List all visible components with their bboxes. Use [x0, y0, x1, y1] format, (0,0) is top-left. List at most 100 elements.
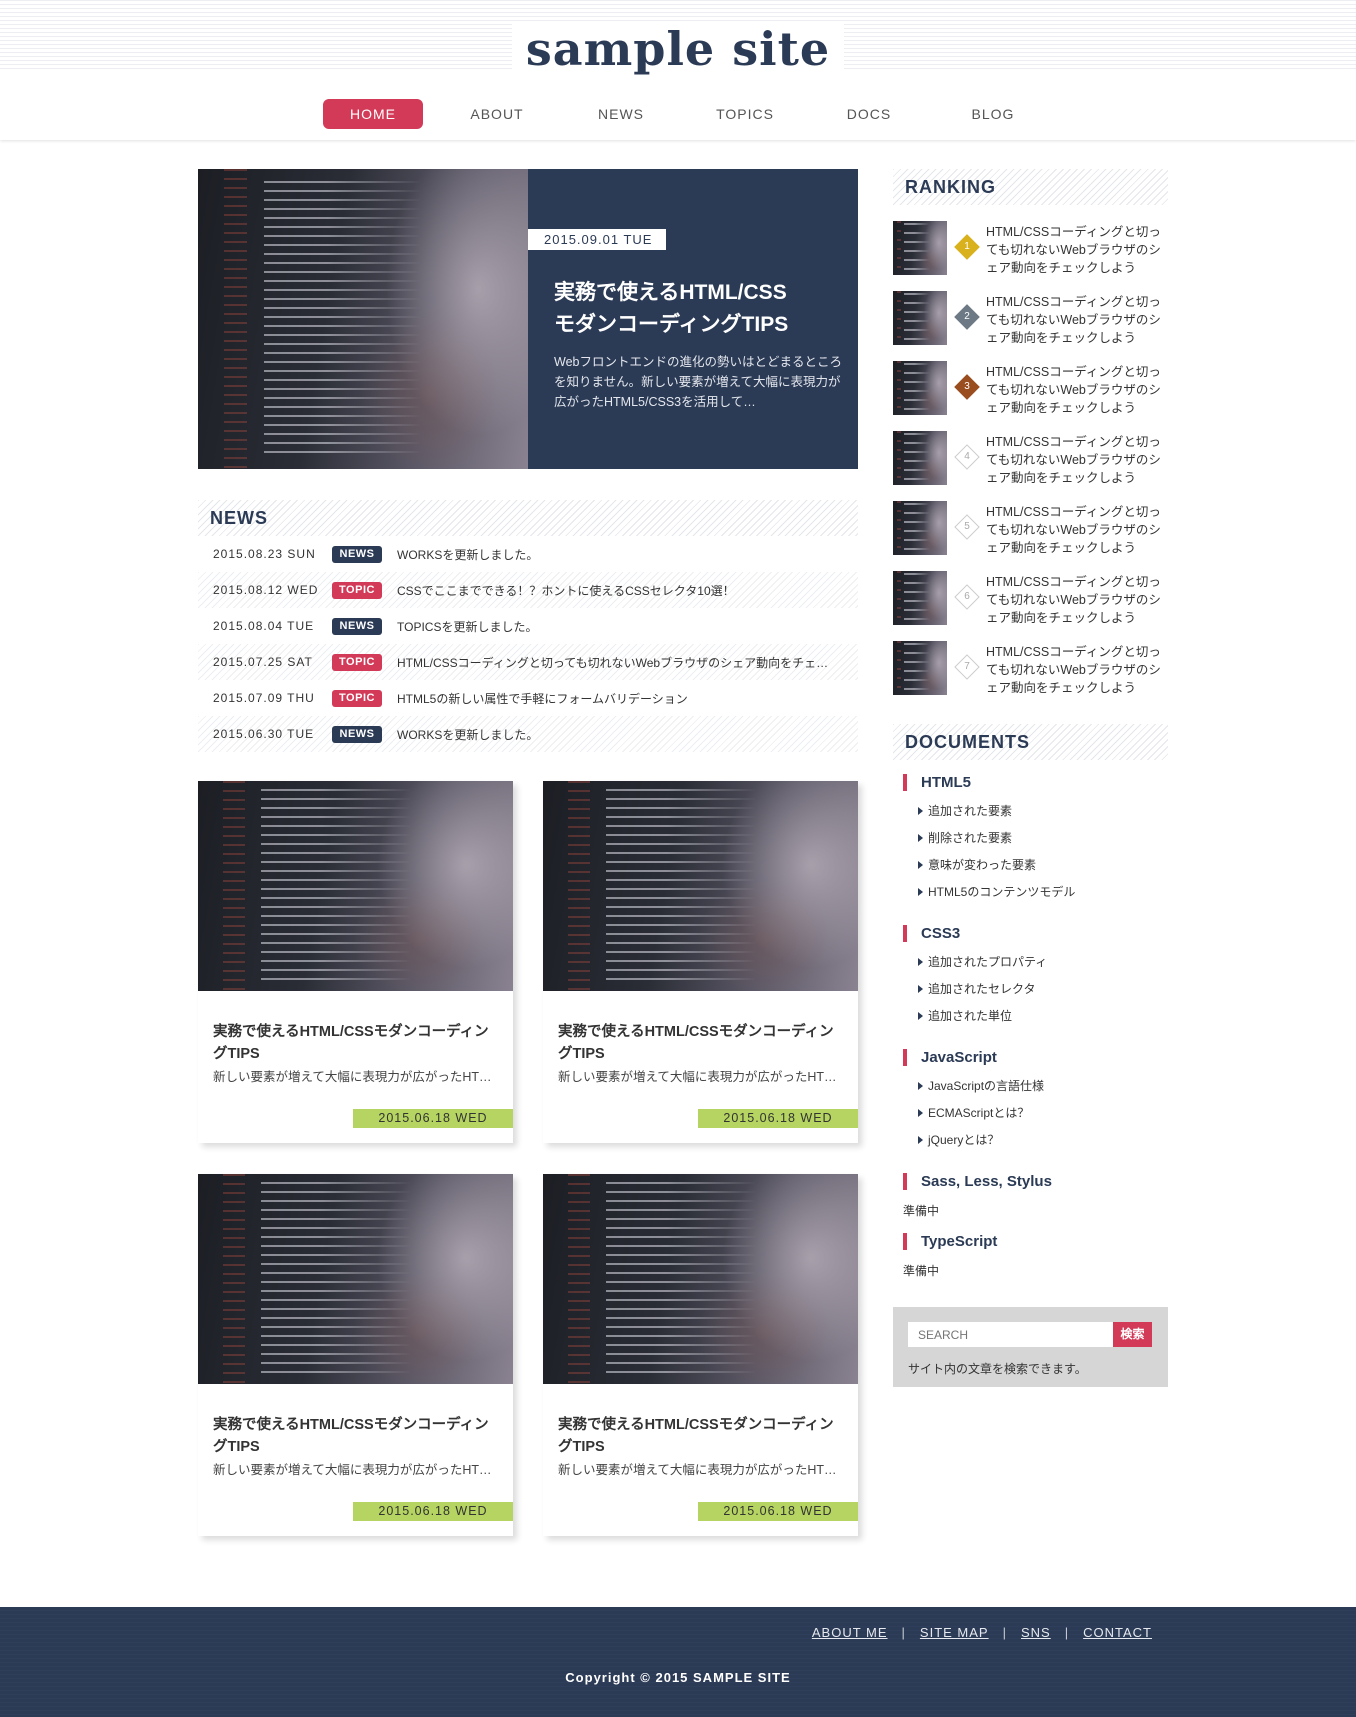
ranking-title-link[interactable]: HTML/CSSコーディングと切っても切れないWebブラウザのシェア動向をチェッ… [986, 643, 1168, 697]
hero-article[interactable]: 2015.09.01 TUE 実務で使えるHTML/CSS モダンコーディングTI… [198, 169, 858, 469]
ranking-title-link[interactable]: HTML/CSSコーディングと切っても切れないWebブラウザのシェア動向をチェッ… [986, 433, 1168, 487]
doc-link[interactable]: jQueryとは？ [893, 1132, 1168, 1159]
code-lines [903, 293, 930, 343]
card-title[interactable]: 実務で使えるHTML/CSSモダンコーディングTIPS [558, 1414, 843, 1458]
hero-title[interactable]: 実務で使えるHTML/CSS モダンコーディングTIPS [554, 277, 844, 341]
card-title[interactable]: 実務で使えるHTML/CSSモダンコーディングTIPS [213, 1414, 498, 1458]
footer-link-sns[interactable]: SNS [1021, 1625, 1051, 1640]
nav-news[interactable]: NEWS [571, 99, 671, 129]
news-section: NEWS 2015.08.23 SUN NEWS WORKSを更新しました。 2015… [198, 500, 858, 752]
news-type-badge: TOPIC [332, 689, 382, 707]
footer-nav: ABOUT ME | SITE MAP | SNS | CONTACT [812, 1625, 1152, 1640]
doc-link[interactable]: 削除された要素 [893, 830, 1168, 857]
footer-link-site-map[interactable]: SITE MAP [920, 1625, 989, 1640]
search-button[interactable]: 検索 [1113, 1322, 1152, 1347]
doc-link[interactable]: 追加された単位 [893, 1008, 1168, 1035]
doc-note: 準備中 [903, 1264, 940, 1278]
ranking-thumbnail [893, 641, 947, 695]
site-logo[interactable]: sample site [0, 22, 1356, 76]
card-image [198, 781, 513, 991]
search-input[interactable] [908, 1322, 1113, 1347]
news-title-link[interactable]: WORKSを更新しました。 [397, 546, 858, 563]
doc-link[interactable]: ECMAScriptとは？ [893, 1105, 1168, 1132]
news-date: 2015.07.25 SAT [213, 655, 313, 669]
ranking-title-link[interactable]: HTML/CSSコーディングと切っても切れないWebブラウザのシェア動向をチェッ… [986, 363, 1168, 417]
nav-about[interactable]: ABOUT [447, 99, 547, 129]
code-lines [903, 433, 930, 483]
doc-link[interactable]: 意味が変わった要素 [893, 857, 1168, 884]
news-item[interactable]: 2015.08.12 WED TOPIC CSSでここまでできる！？ホントに使えるC… [198, 572, 858, 608]
news-title-link[interactable]: WORKSを更新しました。 [397, 726, 858, 743]
code-lines [606, 1182, 758, 1376]
hero-image [198, 169, 528, 469]
card-title[interactable]: 実務で使えるHTML/CSSモダンコーディングTIPS [213, 1021, 498, 1065]
news-item[interactable]: 2015.06.30 TUE NEWS WORKSを更新しました。 [198, 716, 858, 752]
ranking-item[interactable]: 6 HTML/CSSコーディングと切っても切れないWebブラウザのシェア動向をチェ… [893, 571, 1168, 641]
code-gutter [897, 291, 902, 345]
rank-number: 6 [964, 591, 970, 602]
triangle-right-icon [918, 888, 923, 896]
ranking-title-link[interactable]: HTML/CSSコーディングと切っても切れないWebブラウザのシェア動向をチェッ… [986, 293, 1168, 347]
ranking-item[interactable]: 2 HTML/CSSコーディングと切っても切れないWebブラウザのシェア動向をチェ… [893, 291, 1168, 361]
article-card[interactable]: 実務で使えるHTML/CSSモダンコーディングTIPS 新しい要素が増えて大幅に表… [198, 1174, 513, 1536]
article-card[interactable]: 実務で使えるHTML/CSSモダンコーディングTIPS 新しい要素が増えて大幅に表… [543, 1174, 858, 1536]
news-title-link[interactable]: HTML/CSSコーディングと切っても切れないWebブラウザのシェア動向をチェ… [397, 654, 858, 671]
doc-link-label: JavaScriptの言語仕様 [928, 1079, 1045, 1093]
ranking-thumbnail [893, 291, 947, 345]
news-type-badge: TOPIC [332, 653, 382, 671]
news-item[interactable]: 2015.08.04 TUE NEWS TOPICSを更新しました。 [198, 608, 858, 644]
rank-badge-icon: 7 [954, 654, 980, 680]
triangle-right-icon [918, 958, 923, 966]
article-card[interactable]: 実務で使えるHTML/CSSモダンコーディングTIPS 新しい要素が増えて大幅に表… [543, 781, 858, 1143]
doc-group-title: TypeScript [903, 1233, 1168, 1250]
news-title-link[interactable]: CSSでここまでできる！？ホントに使えるCSSセレクタ10選！ [397, 582, 858, 599]
news-title-link[interactable]: TOPICSを更新しました。 [397, 618, 858, 635]
nav-topics[interactable]: TOPICS [695, 99, 795, 129]
ranking-item[interactable]: 4 HTML/CSSコーディングと切っても切れないWebブラウザのシェア動向をチェ… [893, 431, 1168, 501]
code-lines [903, 643, 930, 693]
ranking-item[interactable]: 5 HTML/CSSコーディングと切っても切れないWebブラウザのシェア動向をチェ… [893, 501, 1168, 571]
footer-separator: | [901, 1625, 906, 1640]
doc-link[interactable]: 追加されたプロパティ [893, 954, 1168, 981]
site-header: sample site HOME ABOUT NEWS TOPICS DOCS BLOG [0, 0, 1356, 140]
nav-blog[interactable]: BLOG [943, 99, 1043, 129]
nav-docs[interactable]: DOCS [819, 99, 919, 129]
news-type-badge: TOPIC [332, 581, 382, 599]
doc-link-label: 追加された要素 [928, 804, 1013, 818]
card-date: 2015.06.18 WED [353, 1109, 513, 1128]
nav-home[interactable]: HOME [323, 99, 423, 129]
news-date: 2015.08.04 TUE [213, 619, 315, 633]
doc-link[interactable]: JavaScriptの言語仕様 [893, 1078, 1168, 1105]
card-title[interactable]: 実務で使えるHTML/CSSモダンコーディングTIPS [558, 1021, 843, 1065]
doc-link[interactable]: 追加されたセレクタ [893, 981, 1168, 1008]
ranking-item[interactable]: 7 HTML/CSSコーディングと切っても切れないWebブラウザのシェア動向をチェ… [893, 641, 1168, 711]
triangle-right-icon [918, 1012, 923, 1020]
code-gutter [568, 781, 591, 991]
ranking-item[interactable]: 1 HTML/CSSコーディングと切っても切れないWebブラウザのシェア動向をチェ… [893, 221, 1168, 291]
doc-link[interactable]: 追加された要素 [893, 803, 1168, 830]
footer-link-contact[interactable]: CONTACT [1083, 1625, 1152, 1640]
news-type-badge: NEWS [332, 545, 382, 563]
ranking-title-link[interactable]: HTML/CSSコーディングと切っても切れないWebブラウザのシェア動向をチェッ… [986, 503, 1168, 557]
article-card[interactable]: 実務で使えるHTML/CSSモダンコーディングTIPS 新しい要素が増えて大幅に表… [198, 781, 513, 1143]
card-date: 2015.06.18 WED [698, 1109, 858, 1128]
card-excerpt: 新しい要素が増えて大幅に表現力が広がったHTM… [558, 1463, 843, 1477]
doc-links: 追加された要素削除された要素 意味が変わった要素 HTML5のコンテンツモデル [893, 803, 1168, 911]
global-nav: HOME ABOUT NEWS TOPICS DOCS BLOG [323, 99, 1043, 129]
news-item[interactable]: 2015.07.25 SAT TOPIC HTML/CSSコーディングと切っても切れ… [198, 644, 858, 680]
doc-link[interactable]: HTML5のコンテンツモデル [893, 884, 1168, 911]
ranking-heading: RANKING [893, 169, 1168, 205]
news-item[interactable]: 2015.08.23 SUN NEWS WORKSを更新しました。 [198, 536, 858, 572]
rank-badge-icon: 2 [954, 304, 980, 330]
ranking-title-link[interactable]: HTML/CSSコーディングと切っても切れないWebブラウザのシェア動向をチェッ… [986, 573, 1168, 627]
news-type-badge: NEWS [332, 617, 382, 635]
ranking-title-link[interactable]: HTML/CSSコーディングと切っても切れないWebブラウザのシェア動向をチェッ… [986, 223, 1168, 277]
ranking-list: 1 HTML/CSSコーディングと切っても切れないWebブラウザのシェア動向をチェ… [893, 221, 1168, 711]
doc-group-title: Sass, Less, Stylus [903, 1173, 1168, 1190]
news-item[interactable]: 2015.07.09 THU TOPIC HTML5の新しい属性で手軽にフォームバリ… [198, 680, 858, 716]
site-footer: ABOUT ME | SITE MAP | SNS | CONTACT Copyright … [0, 1607, 1356, 1717]
footer-link-about-me[interactable]: ABOUT ME [812, 1625, 888, 1640]
ranking-item[interactable]: 3 HTML/CSSコーディングと切っても切れないWebブラウザのシェア動向をチェ… [893, 361, 1168, 431]
news-title-link[interactable]: HTML5の新しい属性で手軽にフォームバリデーション [397, 690, 858, 707]
rank-number: 3 [964, 381, 970, 392]
